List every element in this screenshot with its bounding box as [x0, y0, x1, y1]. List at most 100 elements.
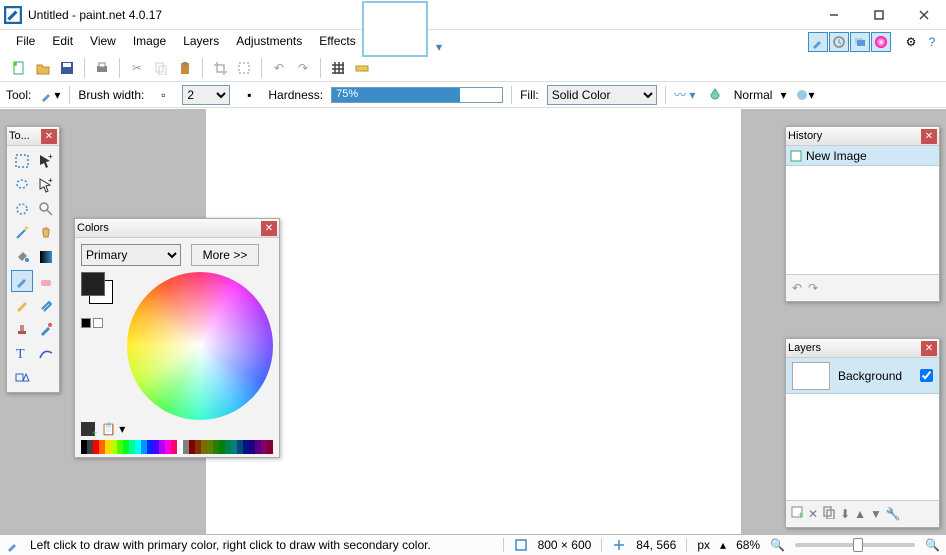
tool-shapes[interactable]: [11, 366, 33, 388]
color-swatches[interactable]: [81, 272, 121, 312]
layer-up-icon[interactable]: ▲: [854, 507, 866, 521]
menu-adjustments[interactable]: Adjustments: [228, 32, 310, 50]
new-icon[interactable]: [8, 57, 30, 79]
menu-edit[interactable]: Edit: [44, 32, 81, 50]
tool-text[interactable]: T: [11, 342, 33, 364]
menu-file[interactable]: File: [8, 32, 43, 50]
paste-icon[interactable]: [174, 57, 196, 79]
tool-gradient[interactable]: [35, 246, 57, 268]
tool-paintbrush[interactable]: [11, 270, 33, 292]
layer-props-icon[interactable]: 🔧: [886, 507, 901, 521]
toggle-tools-icon[interactable]: [808, 32, 828, 52]
hardness-slider[interactable]: 75%: [331, 87, 503, 103]
brush-width-increase-icon[interactable]: ▪: [238, 84, 260, 106]
fill-select[interactable]: Solid Color: [547, 85, 657, 105]
blend-mode-dropdown-icon[interactable]: ▾: [780, 88, 786, 102]
layers-close-icon[interactable]: ✕: [921, 341, 937, 356]
tool-line[interactable]: [35, 342, 57, 364]
grid-icon[interactable]: [327, 57, 349, 79]
menu-effects[interactable]: Effects: [311, 32, 363, 50]
zoom-in-icon[interactable]: 🔍: [925, 538, 940, 552]
unit-label[interactable]: px: [697, 538, 710, 552]
canvas[interactable]: [206, 109, 741, 534]
layer-add-icon[interactable]: +: [790, 505, 804, 522]
add-color-icon[interactable]: +: [81, 422, 95, 436]
open-icon[interactable]: [32, 57, 54, 79]
palette-menu-icon[interactable]: 📋 ▾: [101, 422, 125, 436]
history-redo-icon[interactable]: ↷: [808, 281, 818, 295]
brush-width-decrease-icon[interactable]: ▫: [152, 84, 174, 106]
undo-icon[interactable]: ↶: [268, 57, 290, 79]
layers-title: Layers: [788, 342, 821, 354]
tool-clone[interactable]: [11, 318, 33, 340]
tool-pencil[interactable]: [11, 294, 33, 316]
tool-lasso[interactable]: [11, 174, 33, 196]
ruler-icon[interactable]: [351, 57, 373, 79]
color-mode-select[interactable]: Primary: [81, 244, 181, 266]
tool-eraser[interactable]: [35, 270, 57, 292]
close-button[interactable]: [901, 1, 946, 29]
tools-close-icon[interactable]: ✕: [41, 129, 57, 144]
overwrite-icon[interactable]: ▾: [794, 84, 816, 106]
document-thumbnail[interactable]: [362, 1, 428, 57]
help-icon[interactable]: ?: [922, 32, 942, 52]
toggle-history-icon[interactable]: [829, 32, 849, 52]
layer-name: Background: [838, 369, 912, 383]
main-toolbar: ✂ ↶ ↷: [0, 54, 946, 82]
brush-width-select[interactable]: 2: [182, 85, 230, 105]
tool-zoom[interactable]: [35, 198, 57, 220]
tool-move-selected[interactable]: +: [35, 150, 57, 172]
toggle-colors-icon[interactable]: [871, 32, 891, 52]
crop-icon[interactable]: [209, 57, 231, 79]
cut-icon[interactable]: ✂: [126, 57, 148, 79]
zoom-slider[interactable]: [795, 543, 915, 547]
menu-layers[interactable]: Layers: [175, 32, 227, 50]
current-tool-icon[interactable]: ▾: [39, 84, 61, 106]
tool-recolor[interactable]: [35, 318, 57, 340]
tool-move-selection[interactable]: +: [35, 174, 57, 196]
zoom-label[interactable]: 68%: [736, 538, 760, 552]
unit-dropdown-icon[interactable]: ▴: [720, 538, 726, 552]
layer-delete-icon[interactable]: ✕: [808, 507, 818, 521]
menu-image[interactable]: Image: [125, 32, 174, 50]
zoom-out-icon[interactable]: 🔍: [770, 538, 785, 552]
swap-bw-icon[interactable]: [81, 318, 91, 328]
palette-swatch[interactable]: [267, 440, 273, 454]
color-wheel[interactable]: [127, 272, 273, 420]
canvas-size: 800 × 600: [538, 538, 592, 552]
layer-merge-icon[interactable]: ⬇: [840, 507, 850, 521]
tool-ellipse-select[interactable]: [11, 198, 33, 220]
layer-thumbnail: [792, 362, 830, 390]
blend-mode[interactable]: Normal: [734, 88, 773, 102]
history-title: History: [788, 130, 822, 142]
copy-icon[interactable]: [150, 57, 172, 79]
app-icon: [4, 6, 22, 24]
menu-view[interactable]: View: [82, 32, 124, 50]
layer-down-icon[interactable]: ▼: [870, 507, 882, 521]
toggle-layers-icon[interactable]: [850, 32, 870, 52]
color-palette[interactable]: [81, 440, 273, 454]
alpha-blend-icon[interactable]: [704, 84, 726, 106]
layer-visible-checkbox[interactable]: [920, 369, 933, 382]
save-icon[interactable]: [56, 57, 78, 79]
layer-item[interactable]: Background: [786, 358, 939, 394]
more-button[interactable]: More >>: [191, 244, 259, 266]
tool-color-picker[interactable]: [35, 294, 57, 316]
redo-icon[interactable]: ↷: [292, 57, 314, 79]
history-item[interactable]: New Image: [786, 146, 939, 166]
history-undo-icon[interactable]: ↶: [792, 281, 802, 295]
maximize-button[interactable]: [856, 1, 901, 29]
tool-pan[interactable]: [35, 222, 57, 244]
print-icon[interactable]: [91, 57, 113, 79]
deselect-icon[interactable]: [233, 57, 255, 79]
tool-rect-select[interactable]: [11, 150, 33, 172]
history-close-icon[interactable]: ✕: [921, 129, 937, 144]
antialias-icon[interactable]: 〰 ▾: [674, 84, 696, 106]
minimize-button[interactable]: [811, 1, 856, 29]
colors-close-icon[interactable]: ✕: [261, 221, 277, 236]
thumbnail-dropdown-icon[interactable]: ▾: [432, 40, 446, 54]
tool-magic-wand[interactable]: ✦: [11, 222, 33, 244]
settings-icon[interactable]: ⚙: [901, 32, 921, 52]
tool-bucket[interactable]: [11, 246, 33, 268]
layer-duplicate-icon[interactable]: [822, 505, 836, 522]
